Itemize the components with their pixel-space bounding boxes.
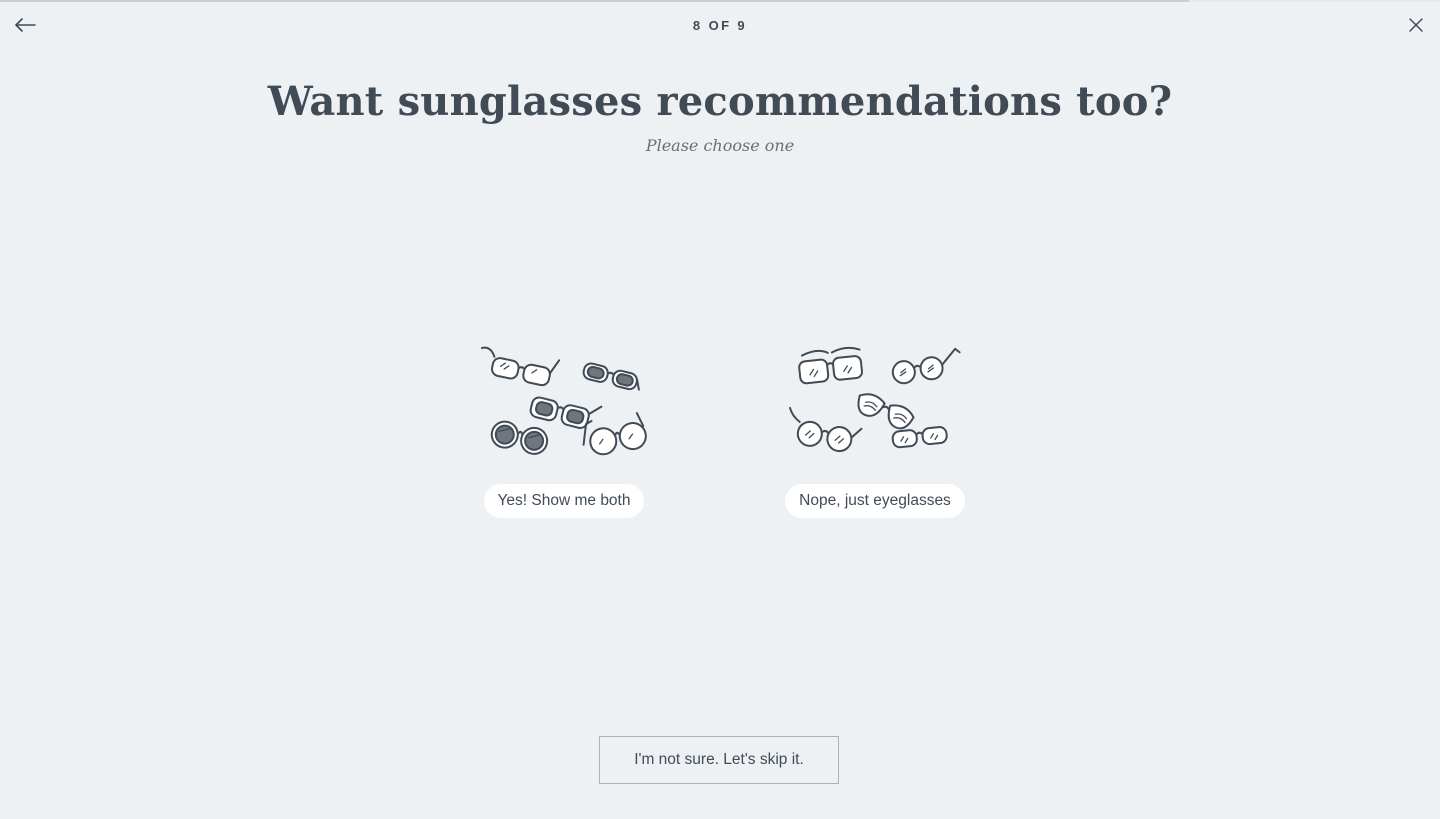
option-just-eyeglasses-label[interactable]: Nope, just eyeglasses — [785, 484, 965, 518]
eyeglasses-icon — [789, 346, 961, 453]
progress-bar — [0, 0, 1440, 2]
page-title: Want sunglasses recommendations too? — [267, 78, 1173, 125]
page-subtitle: Please choose one — [645, 136, 795, 155]
skip-button[interactable]: I'm not sure. Let's skip it. — [599, 736, 839, 784]
close-button[interactable] — [1406, 15, 1426, 35]
option-show-both-label[interactable]: Yes! Show me both — [483, 484, 645, 518]
sunglasses-and-eyeglasses-icon — [481, 346, 647, 456]
step-indicator: 8 OF 9 — [692, 18, 748, 33]
option-just-eyeglasses[interactable]: Nope, just eyeglasses — [782, 340, 968, 518]
close-icon — [1409, 18, 1423, 32]
progress-bar-fill — [0, 0, 1190, 2]
option-show-both[interactable]: Yes! Show me both — [476, 340, 652, 518]
